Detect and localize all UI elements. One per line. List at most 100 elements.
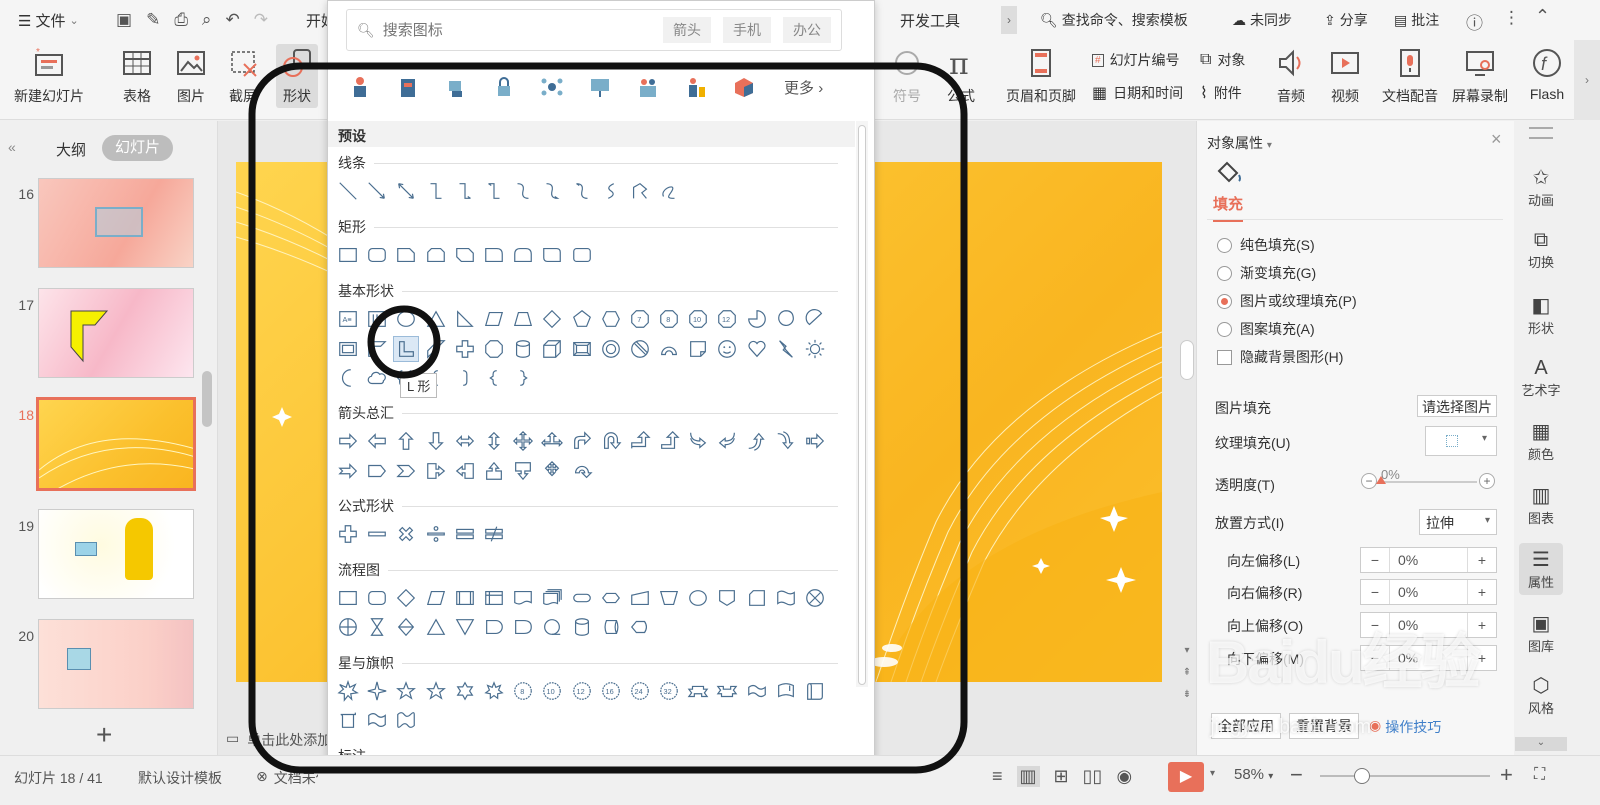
canvas-page-nav[interactable]: ▾ ⇞ ⇟ bbox=[1181, 640, 1193, 706]
shape-option[interactable] bbox=[365, 679, 389, 703]
video-button[interactable]: 视频 bbox=[1328, 46, 1362, 106]
sidebar-item-shape[interactable]: ◧ 形状 bbox=[1515, 293, 1567, 337]
shape-option[interactable] bbox=[453, 243, 477, 267]
sorter-view-icon[interactable]: ⊞ bbox=[1054, 766, 1069, 787]
shape-option[interactable] bbox=[628, 429, 652, 453]
shape-option[interactable] bbox=[511, 615, 535, 639]
shape-option[interactable] bbox=[424, 459, 448, 483]
table-button[interactable]: 表格 bbox=[120, 46, 154, 106]
shape-option[interactable] bbox=[394, 307, 418, 331]
shape-option[interactable] bbox=[482, 307, 506, 331]
shape-option[interactable] bbox=[365, 459, 389, 483]
shape-option[interactable] bbox=[365, 586, 389, 610]
zoom-in-button[interactable]: + bbox=[1500, 762, 1513, 788]
shape-option[interactable] bbox=[511, 429, 535, 453]
decrement-button[interactable]: − bbox=[1361, 584, 1389, 600]
narration-button[interactable]: 文档配音 bbox=[1382, 46, 1438, 106]
shape-option[interactable]: 10 bbox=[686, 307, 710, 331]
tab-fill[interactable]: 填充 bbox=[1213, 193, 1244, 222]
shape-option[interactable] bbox=[540, 243, 564, 267]
sidebar-item-chart[interactable]: ▥ 图表 bbox=[1515, 483, 1567, 527]
sidebar-item-animation[interactable]: ✩ 动画 bbox=[1515, 165, 1567, 209]
tab-scroll-right-button[interactable]: › bbox=[1001, 6, 1017, 34]
reading-view-icon[interactable]: ▯▯ bbox=[1083, 766, 1103, 787]
shape-option[interactable] bbox=[657, 586, 681, 610]
presenter-view-icon[interactable]: ◉ bbox=[1116, 766, 1132, 787]
shape-option[interactable] bbox=[482, 366, 506, 390]
shape-option[interactable] bbox=[628, 586, 652, 610]
shape-option[interactable] bbox=[540, 179, 564, 203]
undo-icon[interactable]: ↶ bbox=[225, 10, 239, 30]
command-search[interactable]: 🔍︎ 查找命令、搜索模板 bbox=[1040, 10, 1188, 30]
shape-option[interactable] bbox=[365, 366, 389, 390]
zoom-slider-thumb[interactable] bbox=[1354, 768, 1370, 784]
shape-option[interactable] bbox=[482, 679, 506, 703]
shape-option[interactable] bbox=[424, 179, 448, 203]
offset-left-stepper[interactable]: −0% + bbox=[1360, 547, 1497, 573]
more-icons-link[interactable]: 更多 › bbox=[784, 77, 823, 98]
placement-dropdown[interactable]: 拉伸 ▾ bbox=[1419, 509, 1497, 535]
box-icon[interactable] bbox=[732, 75, 756, 99]
screen-record-button[interactable]: 屏幕录制 bbox=[1452, 46, 1508, 106]
slide-thumbnail-17[interactable] bbox=[38, 288, 194, 378]
shape-option[interactable] bbox=[628, 615, 652, 639]
date-time-button[interactable]: ▦ 日期和时间 bbox=[1092, 83, 1183, 103]
header-footer-button[interactable]: 页眉和页脚 bbox=[1006, 46, 1076, 106]
shape-option[interactable] bbox=[599, 337, 623, 361]
shape-option[interactable] bbox=[511, 337, 535, 361]
shape-option[interactable]: 8 bbox=[657, 307, 681, 331]
shape-option[interactable] bbox=[745, 337, 769, 361]
shape-option[interactable] bbox=[394, 179, 418, 203]
notes-view-icon[interactable]: ≡ bbox=[992, 766, 1003, 787]
shape-option[interactable] bbox=[686, 586, 710, 610]
shape-option[interactable] bbox=[774, 679, 798, 703]
shape-option[interactable] bbox=[365, 615, 389, 639]
shape-option[interactable] bbox=[540, 615, 564, 639]
shape-option[interactable]: 7 bbox=[628, 307, 652, 331]
shape-option[interactable] bbox=[336, 586, 360, 610]
shape-option[interactable] bbox=[599, 615, 623, 639]
shape-option-l-shape[interactable] bbox=[393, 336, 420, 362]
transparency-decrease-button[interactable]: − bbox=[1361, 473, 1377, 489]
shape-option[interactable] bbox=[394, 615, 418, 639]
more-options-icon[interactable]: ⋮ bbox=[1503, 8, 1520, 28]
save-icon[interactable]: ▣ bbox=[116, 10, 132, 30]
audio-button[interactable]: 音频 bbox=[1274, 46, 1308, 106]
shape-option[interactable] bbox=[365, 708, 389, 732]
shape-option[interactable] bbox=[686, 679, 710, 703]
design-template[interactable]: 默认设计模板 bbox=[138, 768, 222, 788]
shape-option[interactable] bbox=[540, 586, 564, 610]
shape-option[interactable] bbox=[599, 307, 623, 331]
shape-option[interactable] bbox=[453, 615, 477, 639]
increment-button[interactable]: + bbox=[1468, 584, 1496, 600]
worker-icon[interactable] bbox=[348, 75, 372, 99]
tips-link[interactable]: ◉ 操作技巧 bbox=[1369, 717, 1441, 737]
shape-option[interactable] bbox=[511, 459, 535, 483]
shape-option[interactable] bbox=[803, 586, 827, 610]
shape-option[interactable] bbox=[686, 337, 710, 361]
redo-icon[interactable]: ↷ bbox=[254, 10, 268, 30]
shape-option[interactable] bbox=[453, 522, 477, 546]
shape-option[interactable] bbox=[394, 429, 418, 453]
play-slideshow-button[interactable]: ▶ bbox=[1168, 762, 1204, 792]
shape-option[interactable] bbox=[745, 429, 769, 453]
flash-button[interactable]: f Flash bbox=[1522, 46, 1572, 102]
shape-option[interactable] bbox=[424, 522, 448, 546]
shape-option[interactable] bbox=[540, 307, 564, 331]
shape-option[interactable] bbox=[570, 615, 594, 639]
shape-option[interactable] bbox=[657, 429, 681, 453]
shape-option[interactable] bbox=[336, 708, 360, 732]
slide-number-button[interactable]: # 幻灯片编号 bbox=[1092, 50, 1180, 70]
ribbon-scroll-right-button[interactable]: › bbox=[1574, 40, 1600, 120]
shape-option[interactable] bbox=[394, 586, 418, 610]
shape-option[interactable] bbox=[803, 337, 827, 361]
sidebar-item-transition[interactable]: ⧉ 切换 bbox=[1515, 229, 1567, 271]
shape-option[interactable] bbox=[511, 179, 535, 203]
shape-option[interactable] bbox=[511, 307, 535, 331]
transparency-slider-thumb[interactable] bbox=[1376, 476, 1386, 484]
symbol-button[interactable]: 符号 bbox=[890, 46, 924, 106]
object-button[interactable]: ⧉ 对象 bbox=[1200, 50, 1245, 70]
shape-option[interactable] bbox=[570, 337, 594, 361]
offset-left-value[interactable]: 0% bbox=[1389, 548, 1468, 572]
collapse-ribbon-icon[interactable]: ⌃ bbox=[1535, 6, 1550, 27]
